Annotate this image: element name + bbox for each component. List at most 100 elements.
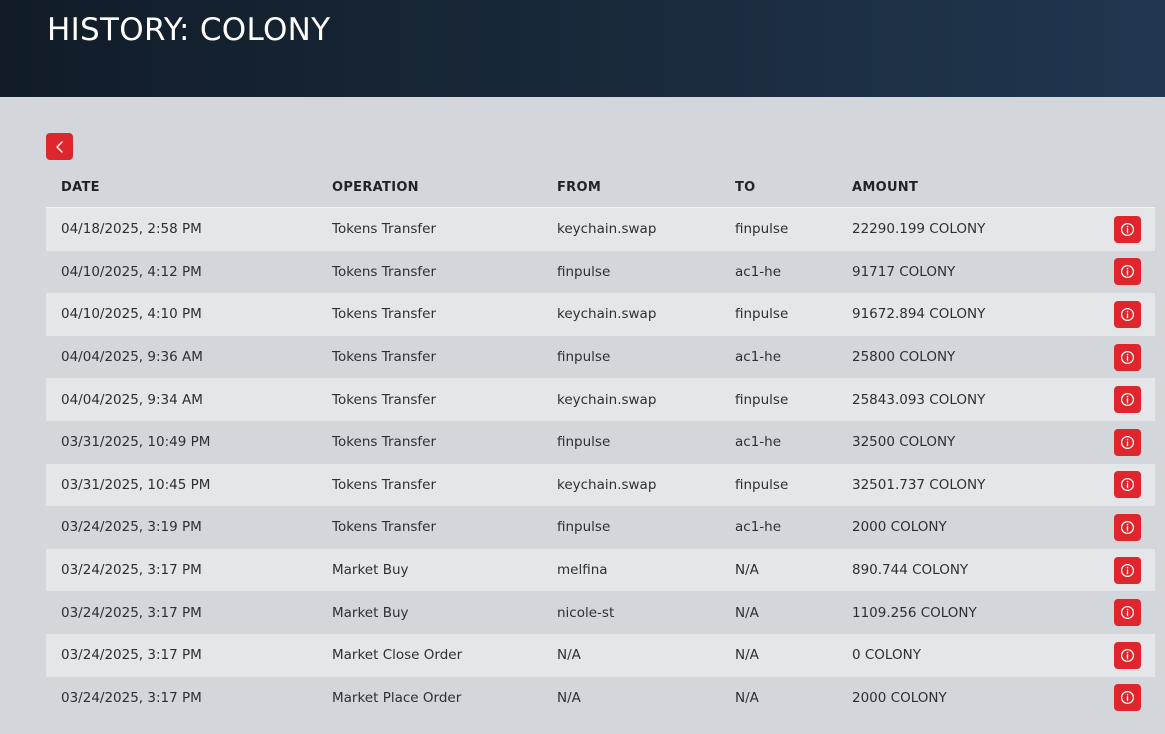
- column-header-operation: OPERATION: [332, 167, 557, 208]
- info-button[interactable]: [1114, 641, 1141, 669]
- cell-to: ac1-he: [735, 434, 782, 451]
- table-body: 04/18/2025, 2:58 PM Tokens Transfer keycha…: [46, 207, 1155, 720]
- cell-operation: Tokens Transfer: [332, 434, 437, 451]
- page-title: HISTORY: COLONY: [47, 12, 331, 48]
- column-header-to: TO: [735, 167, 852, 208]
- cell-operation: Market Buy: [332, 604, 409, 621]
- cell-amount: 32500 COLONY: [852, 434, 956, 451]
- column-header-date: DATE: [46, 167, 332, 208]
- table-row: 03/24/2025, 3:19 PM Tokens Transfer finpul…: [46, 506, 1155, 549]
- info-circle-icon: [1120, 393, 1135, 407]
- cell-from: keychain.swap: [557, 476, 657, 493]
- cell-date: 04/04/2025, 9:36 AM: [61, 349, 203, 366]
- info-button[interactable]: [1114, 215, 1141, 243]
- back-button[interactable]: [46, 133, 73, 160]
- table-row: 03/24/2025, 3:17 PM Market Place Order N/A…: [46, 676, 1155, 720]
- cell-actions: [1114, 549, 1155, 592]
- cell-actions: [1114, 506, 1155, 549]
- table-row: 03/31/2025, 10:45 PM Tokens Transfer keych…: [46, 463, 1155, 507]
- cell-from: finpulse: [557, 519, 611, 536]
- info-circle-icon: [1120, 435, 1135, 449]
- cell-operation: Tokens Transfer: [332, 306, 437, 323]
- table-row: 04/10/2025, 4:12 PM Tokens Transfer finpul…: [46, 250, 1155, 294]
- info-button[interactable]: [1114, 386, 1141, 414]
- cell-date: 03/24/2025, 3:17 PM: [61, 689, 202, 706]
- cell-amount: 890.744 COLONY: [852, 562, 969, 579]
- info-button[interactable]: [1114, 300, 1141, 328]
- cell-to: ac1-he: [735, 263, 782, 280]
- table-row: 04/04/2025, 9:36 AM Tokens Transfer finpul…: [46, 335, 1155, 379]
- cell-date: 04/10/2025, 4:12 PM: [61, 263, 202, 280]
- table-row: 03/24/2025, 3:17 PM Market Buy nicole-st N/…: [46, 591, 1155, 634]
- cell-from: melfina: [557, 562, 608, 579]
- cell-amount: 2000 COLONY: [852, 519, 947, 536]
- cell-from: nicole-st: [557, 604, 615, 621]
- cell-actions: [1114, 293, 1155, 336]
- cell-operation: Market Close Order: [332, 647, 463, 664]
- info-button[interactable]: [1114, 684, 1141, 712]
- table-row: 04/10/2025, 4:10 PM Tokens Transfer keycha…: [46, 293, 1155, 336]
- info-circle-icon: [1120, 350, 1135, 364]
- cell-actions: [1114, 336, 1155, 379]
- cell-from: keychain.swap: [557, 306, 657, 323]
- info-button[interactable]: [1114, 513, 1141, 541]
- cell-operation: Tokens Transfer: [332, 391, 437, 408]
- cell-actions: [1114, 421, 1155, 464]
- column-header-actions: [1114, 167, 1155, 208]
- info-button[interactable]: [1114, 343, 1141, 371]
- info-button[interactable]: [1114, 471, 1141, 499]
- info-circle-icon: [1120, 307, 1135, 322]
- cell-actions: [1114, 251, 1155, 294]
- info-circle-icon: [1120, 563, 1135, 577]
- cell-operation: Market Buy: [332, 562, 409, 579]
- cell-date: 03/24/2025, 3:19 PM: [61, 519, 202, 536]
- info-circle-icon: [1120, 520, 1135, 534]
- info-button[interactable]: [1114, 556, 1141, 584]
- cell-date: 04/18/2025, 2:58 PM: [61, 221, 202, 238]
- cell-actions: [1114, 634, 1155, 677]
- cell-date: 03/24/2025, 3:17 PM: [61, 647, 202, 664]
- cell-from: N/A: [557, 689, 581, 706]
- history-table: DATE OPERATION FROM TO AMOUNT 04/18/2025…: [46, 167, 1155, 720]
- cell-to: finpulse: [735, 306, 789, 323]
- cell-to: finpulse: [735, 221, 789, 238]
- cell-amount: 91672.894 COLONY: [852, 306, 986, 323]
- info-button[interactable]: [1114, 599, 1141, 627]
- cell-to: finpulse: [735, 391, 789, 408]
- cell-from: N/A: [557, 647, 581, 664]
- cell-actions: [1114, 591, 1155, 634]
- info-circle-icon: [1120, 606, 1135, 620]
- cell-actions: [1114, 378, 1155, 421]
- cell-operation: Tokens Transfer: [332, 349, 437, 366]
- cell-amount: 0 COLONY: [852, 647, 921, 664]
- cell-amount: 25800 COLONY: [852, 349, 956, 366]
- cell-date: 04/10/2025, 4:10 PM: [61, 306, 202, 323]
- cell-actions: [1114, 677, 1155, 720]
- cell-operation: Tokens Transfer: [332, 263, 437, 280]
- info-circle-icon: [1120, 648, 1135, 662]
- cell-amount: 25843.093 COLONY: [852, 391, 986, 408]
- cell-date: 03/24/2025, 3:17 PM: [61, 562, 202, 579]
- cell-date: 03/31/2025, 10:49 PM: [61, 434, 211, 451]
- cell-date: 04/04/2025, 9:34 AM: [61, 391, 203, 408]
- cell-amount: 1109.256 COLONY: [852, 604, 977, 621]
- cell-to: ac1-he: [735, 349, 782, 366]
- cell-amount: 91717 COLONY: [852, 263, 956, 280]
- cell-to: ac1-he: [735, 519, 782, 536]
- info-circle-icon: [1120, 691, 1135, 705]
- info-button[interactable]: [1114, 258, 1141, 286]
- cell-operation: Tokens Transfer: [332, 476, 437, 493]
- cell-amount: 2000 COLONY: [852, 689, 947, 706]
- table-row: 04/18/2025, 2:58 PM Tokens Transfer keycha…: [46, 207, 1155, 251]
- info-circle-icon: [1120, 265, 1135, 279]
- cell-actions: [1114, 464, 1155, 507]
- cell-to: N/A: [735, 647, 759, 664]
- column-header-amount: AMOUNT: [852, 167, 1114, 208]
- cell-amount: 32501.737 COLONY: [852, 476, 986, 493]
- cell-from: keychain.swap: [557, 221, 657, 238]
- page-header: HISTORY: COLONY: [0, 0, 1165, 97]
- chevron-left-icon: [55, 140, 63, 153]
- table-row: 03/24/2025, 3:17 PM Market Buy melfina N/A 8…: [46, 548, 1155, 592]
- info-circle-icon: [1120, 478, 1135, 492]
- info-button[interactable]: [1114, 428, 1141, 456]
